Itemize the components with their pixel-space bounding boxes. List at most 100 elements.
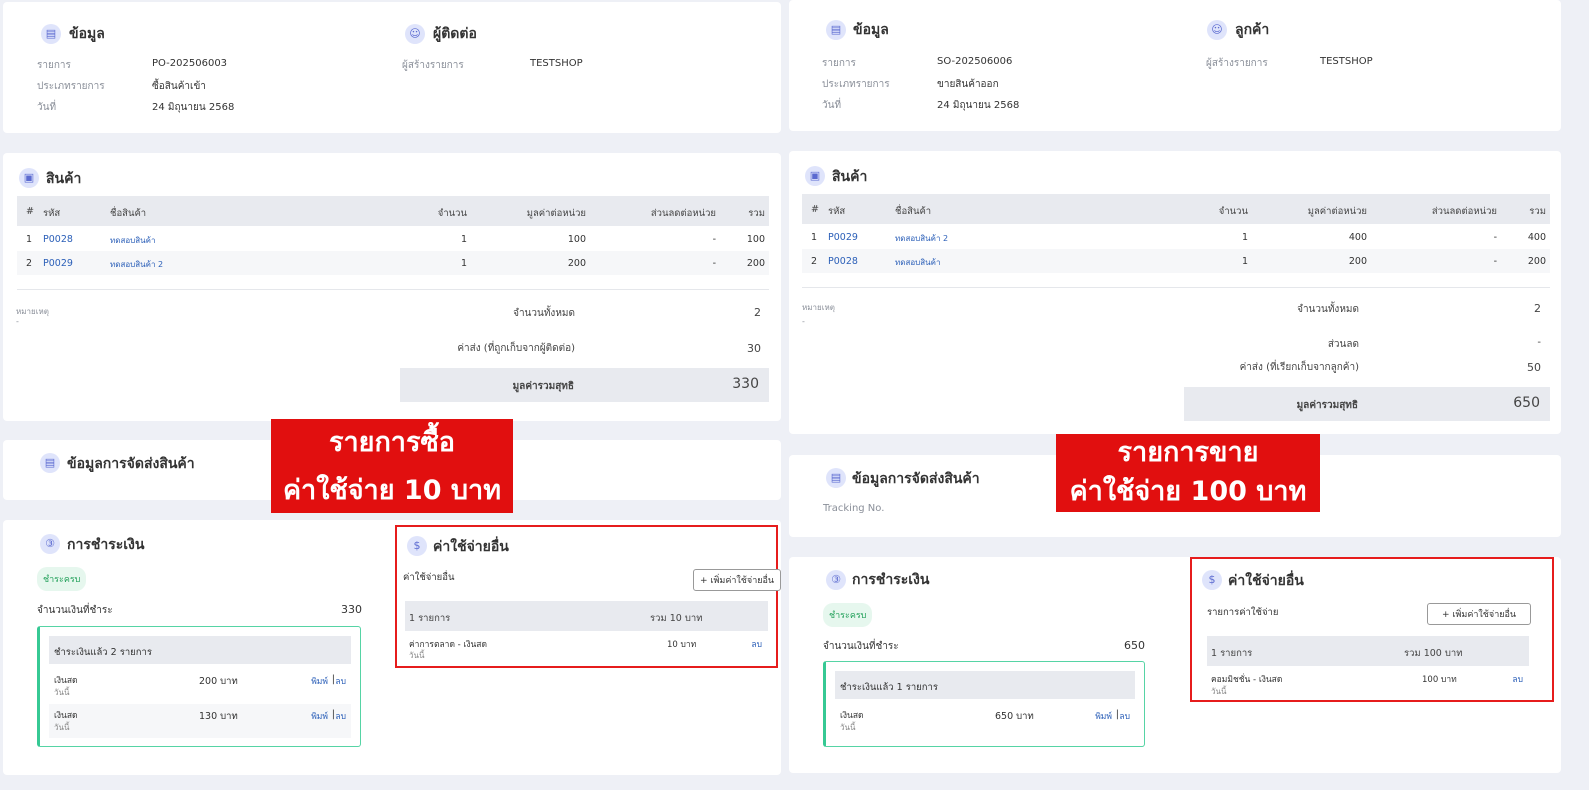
clipboard-icon: ▤ [826,20,846,40]
list-item: เงินสด วันนี้ 650 บาท พิมพ์ | ลบ [835,704,1135,738]
user-icon: ☺ [405,24,425,44]
left-info-label-2: ประเภทรายการ [37,81,105,92]
clipboard-icon: ▤ [826,468,846,488]
left-info-value-2: ซื้อสินค้าเข้า [152,81,206,92]
product-code-link[interactable]: P0028 [43,234,73,245]
left-party-title: ผู้ติดต่อ [433,26,477,42]
clipboard-icon: ▤ [40,453,60,473]
product-name-link[interactable]: ทดสอบสินค้า [110,234,155,247]
right-party-label: ผู้สร้างรายการ [1206,58,1268,69]
status-badge: ชำระครบ [37,567,87,591]
shipping-fee-value: 50 [1527,361,1541,374]
add-expense-button[interactable]: + เพิ่มค่าใช้จ่ายอื่น [693,569,782,591]
left-info-label-3: วันที่ [37,102,57,113]
money-hand-icon: $ [407,536,427,556]
clipboard-icon: ▤ [41,24,61,44]
right-info-value-2: ขายสินค้าออก [937,79,999,90]
discount-value: - [1537,337,1541,348]
right-party-value: TESTSHOP [1320,56,1373,67]
delete-link[interactable]: ลบ [1119,709,1130,723]
note-value: - [802,317,805,326]
count-label: จำนวนทั้งหมด [1297,304,1359,315]
left-products-header: # รหัส ชื่อสินค้า จำนวน มูลค่าต่อหน่วย ส… [17,196,769,226]
col-name: ชื่อสินค้า [110,208,147,219]
net-total-bar: มูลค่ารวมสุทธิ 650 [1184,387,1550,421]
shipping-fee-value: 30 [747,342,761,355]
add-expense-button[interactable]: + เพิ่มค่าใช้จ่ายอื่น [1427,603,1532,625]
left-shipping-title: ข้อมูลการจัดส่งสินค้า [67,456,195,472]
left-info-value-1: PO-202506003 [152,58,228,69]
right-products-header: # รหัส ชื่อสินค้า จำนวน มูลค่าต่อหน่วย ส… [802,194,1550,224]
payment-list-header: ชำระเงินแล้ว 2 รายการ [49,636,351,664]
right-banner: รายการขาย ค่าใช้จ่าย 100 บาท [1056,434,1320,512]
product-name-link[interactable]: ทดสอบสินค้า 2 [110,258,163,271]
right-info-label-1: รายการ [822,58,856,69]
left-info-label-1: รายการ [37,60,71,71]
note-value: - [16,317,19,326]
box-icon: ▣ [19,168,39,188]
shipping-fee-label: ค่าส่ง (ที่ถูกเก็บจากผู้ติดต่อ) [457,343,575,354]
right-banner-line2: ค่าใช้จ่าย 100 บาท [1069,476,1307,507]
table-row: 1 P0029 ทดสอบสินค้า 2 1 400 - 400 [811,232,1546,245]
left-banner-line1: รายการซื้อ [328,427,456,458]
product-code-link[interactable]: P0029 [828,232,858,243]
right-info-value-3: 24 มิถุนายน 2568 [937,100,1020,111]
right-info-label-2: ประเภทรายการ [822,79,890,90]
left-party-value: TESTSHOP [530,58,583,69]
print-link[interactable]: พิมพ์ [311,709,328,723]
shipping-fee-label: ค่าส่ง (ที่เรียกเก็บจากลูกค้า) [1239,362,1359,373]
money-hand-icon: $ [1202,570,1222,590]
col-discount: ส่วนลดต่อหน่วย [650,208,716,219]
net-total-label: มูลค่ารวมสุทธิ [1296,400,1358,411]
expenses-header: 1 รายการ รวม 100 บาท [1207,636,1529,666]
note-label: หมายเหตุ [802,303,835,312]
delete-link[interactable]: ลบ [1512,672,1523,686]
product-code-link[interactable]: P0029 [43,258,73,269]
expenses-header: 1 รายการ รวม 10 บาท [405,601,768,631]
payment-list-box: ชำระเงินแล้ว 1 รายการ เงินสด วันนี้ 650 … [823,661,1145,747]
product-code-link[interactable]: P0028 [828,256,858,267]
right-info-label-3: วันที่ [822,100,842,111]
right-expenses-title: ค่าใช้จ่ายอื่น [1228,573,1304,589]
tracking-label: Tracking No. [823,503,885,514]
count-label: จำนวนทั้งหมด [513,308,575,319]
delete-link[interactable]: ลบ [751,637,762,651]
delete-link[interactable]: ลบ [335,709,346,723]
coin-icon: ③ [826,570,846,590]
table-row: 2 P0029 ทดสอบสินค้า 2 1 200 - 200 [17,251,769,275]
print-link[interactable]: พิมพ์ [311,674,328,688]
right-info-value-1: SO-202506006 [937,56,1013,67]
col-total: รวม [748,208,765,219]
list-item: ค่าการตลาด - เงินสด วันนี้ 10 บาท ลบ [405,632,768,660]
right-info-card: ▤ ข้อมูล รายการ SO-202506006 ประเภทรายกา… [789,0,1561,131]
right-info-title: ข้อมูล [853,22,889,38]
paid-amount-value: 330 [341,603,362,616]
print-link[interactable]: พิมพ์ [1095,709,1112,723]
note-label: หมายเหตุ [16,307,49,316]
paid-amount-label: จำนวนเงินที่ชำระ [37,605,113,616]
payment-list-box: ชำระเงินแล้ว 2 รายการ เงินสด วันนี้ 200 … [37,626,361,747]
left-banner: รายการซื้อ ค่าใช้จ่าย 10 บาท [271,419,513,513]
delete-link[interactable]: ลบ [335,674,346,688]
net-total-label: มูลค่ารวมสุทธิ [512,381,574,392]
box-icon: ▣ [805,166,825,186]
list-item: คอมมิชชั่น - เงินสด วันนี้ 100 บาท ลบ [1207,668,1529,696]
col-qty: จำนวน [437,208,467,219]
right-products-title: สินค้า [832,169,868,185]
col-no: # [26,206,34,217]
product-name-link[interactable]: ทดสอบสินค้า 2 [895,232,948,245]
product-name-link[interactable]: ทดสอบสินค้า [895,256,940,269]
right-expenses-subtitle: รายการค่าใช้จ่าย [1207,607,1279,618]
left-payment-title: การชำระเงิน [67,537,145,553]
list-item: เงินสด วันนี้ 200 บาท พิมพ์ | ลบ [49,669,351,703]
left-info-title: ข้อมูล [69,26,105,42]
table-row: 2 P0028 ทดสอบสินค้า 1 200 - 200 [802,249,1550,273]
divider [802,287,1550,288]
left-banner-line2: ค่าใช้จ่าย 10 บาท [282,475,501,506]
user-icon: ☺ [1207,20,1227,40]
list-item: เงินสด วันนี้ 130 บาท พิมพ์ | ลบ [49,704,351,738]
left-info-value-3: 24 มิถุนายน 2568 [152,102,235,113]
payment-list-header: ชำระเงินแล้ว 1 รายการ [835,671,1135,699]
paid-amount-value: 650 [1124,639,1145,652]
col-price: มูลค่าต่อหน่วย [526,208,586,219]
